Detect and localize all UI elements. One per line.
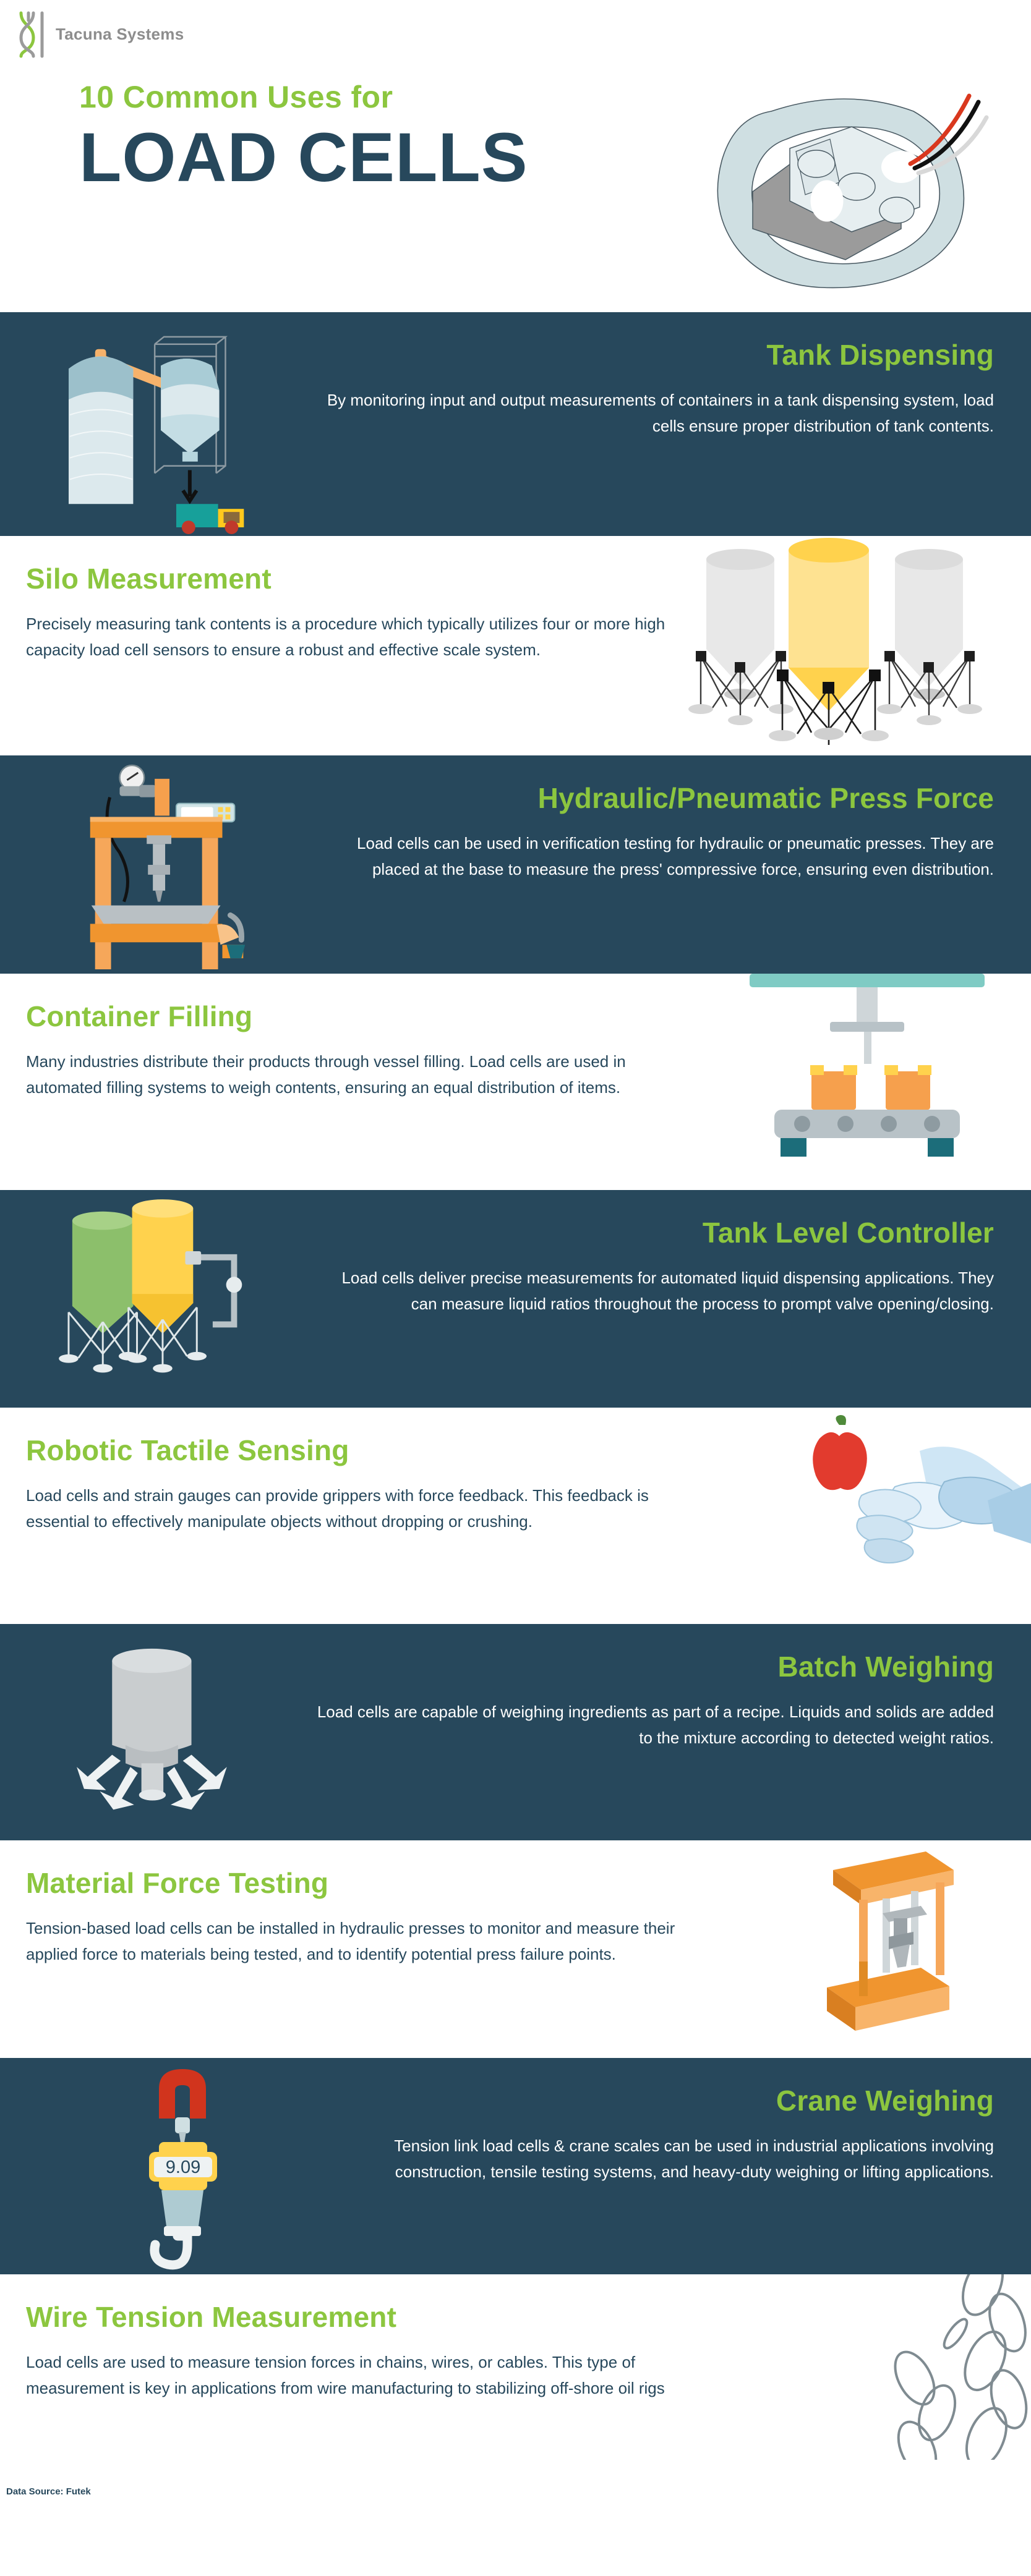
section-title: Crane Weighing bbox=[776, 2085, 994, 2117]
section-robotic-tactile-sensing: Robotic Tactile Sensing Load cells and s… bbox=[0, 1408, 1031, 1624]
footer: Data Source: Futek bbox=[0, 2460, 1031, 2503]
section-copy: Container Filling Many industries distri… bbox=[26, 974, 725, 1100]
section-copy: Silo Measurement Precisely measuring tan… bbox=[26, 536, 725, 663]
robotic-gripper-apple-illustration bbox=[802, 1414, 1031, 1618]
section-tank-dispensing: Tank Dispensing By monitoring input and … bbox=[0, 312, 1031, 536]
section-body: Load cells and strain gauges can provide… bbox=[26, 1486, 649, 1531]
section-title: Tank Level Controller bbox=[702, 1217, 994, 1249]
material-force-testing-illustration bbox=[790, 1845, 975, 2049]
section-title: Container Filling bbox=[26, 1000, 253, 1032]
section-copy: Batch Weighing Load cells are capable of… bbox=[314, 1624, 994, 1751]
tank-dispensing-illustration bbox=[62, 320, 284, 534]
batch-weighing-vessel-illustration bbox=[68, 1641, 272, 1824]
section-copy: Tank Dispensing By monitoring input and … bbox=[314, 312, 994, 439]
section-title: Tank Dispensing bbox=[766, 339, 994, 371]
section-copy: Crane Weighing Tension link load cells &… bbox=[314, 2058, 994, 2185]
section-copy: Material Force Testing Tension-based loa… bbox=[26, 1840, 725, 1967]
section-title: Wire Tension Measurement bbox=[26, 2301, 397, 2333]
section-wire-tension-measurement: Wire Tension Measurement Load cells are … bbox=[0, 2274, 1031, 2460]
section-title: Robotic Tactile Sensing bbox=[26, 1434, 349, 1466]
section-body: Many industries distribute their product… bbox=[26, 1052, 626, 1097]
container-filling-illustration bbox=[737, 974, 997, 1171]
section-body: By monitoring input and output measureme… bbox=[327, 390, 994, 435]
hydraulic-press-illustration bbox=[65, 760, 275, 969]
section-title: Material Force Testing bbox=[26, 1867, 329, 1899]
section-hydraulic-press-force: Hydraulic/Pneumatic Press Force Load cel… bbox=[0, 755, 1031, 974]
section-body: Load cells are capable of weighing ingre… bbox=[317, 1702, 994, 1747]
load-cell-illustration bbox=[697, 74, 989, 309]
section-copy: Wire Tension Measurement Load cells are … bbox=[26, 2274, 725, 2401]
brand-name: Tacuna Systems bbox=[56, 24, 184, 43]
section-body: Precisely measuring tank contents is a p… bbox=[26, 614, 665, 659]
chain-links-illustration bbox=[827, 2274, 1031, 2460]
section-copy: Robotic Tactile Sensing Load cells and s… bbox=[26, 1408, 725, 1534]
infographic-page: Tacuna Systems 10 Common Uses for LOAD C… bbox=[0, 0, 1031, 2576]
section-title: Hydraulic/Pneumatic Press Force bbox=[537, 782, 994, 814]
hero-kicker: 10 Common Uses for bbox=[79, 80, 393, 114]
hero: 10 Common Uses for LOAD CELLS bbox=[0, 68, 1031, 312]
section-title: Silo Measurement bbox=[26, 563, 272, 595]
section-body: Load cells deliver precise measurements … bbox=[341, 1268, 994, 1313]
section-batch-weighing: Batch Weighing Load cells are capable of… bbox=[0, 1624, 1031, 1840]
section-material-force-testing: Material Force Testing Tension-based loa… bbox=[0, 1840, 1031, 2058]
section-silo-measurement: Silo Measurement Precisely measuring tan… bbox=[0, 536, 1031, 755]
section-body: Load cells are used to measure tension f… bbox=[26, 2352, 665, 2397]
section-copy: Hydraulic/Pneumatic Press Force Load cel… bbox=[314, 755, 994, 882]
section-body: Tension-based load cells can be installe… bbox=[26, 1918, 675, 1963]
crane-scale-illustration: 9.09 bbox=[121, 2064, 244, 2270]
hero-text: 10 Common Uses for LOAD CELLS bbox=[79, 79, 528, 193]
section-title: Batch Weighing bbox=[777, 1651, 994, 1683]
data-source-note: Data Source: Futek bbox=[6, 2486, 91, 2497]
tank-level-controller-illustration bbox=[59, 1199, 263, 1392]
section-copy: Tank Level Controller Load cells deliver… bbox=[314, 1190, 994, 1317]
page-title: LOAD CELLS bbox=[79, 119, 528, 196]
section-body: Tension link load cells & crane scales c… bbox=[394, 2136, 994, 2181]
crane-scale-readout: 9.09 bbox=[166, 2157, 200, 2177]
brand-bar: Tacuna Systems bbox=[0, 0, 1031, 68]
section-crane-weighing: 9.09 Crane Weighing Tension link load ce… bbox=[0, 2058, 1031, 2274]
section-tank-level-controller: Tank Level Controller Load cells deliver… bbox=[0, 1190, 1031, 1408]
section-container-filling: Container Filling Many industries distri… bbox=[0, 974, 1031, 1190]
tacuna-dna-logo-icon bbox=[15, 9, 49, 59]
section-body: Load cells can be used in verification t… bbox=[357, 833, 994, 878]
